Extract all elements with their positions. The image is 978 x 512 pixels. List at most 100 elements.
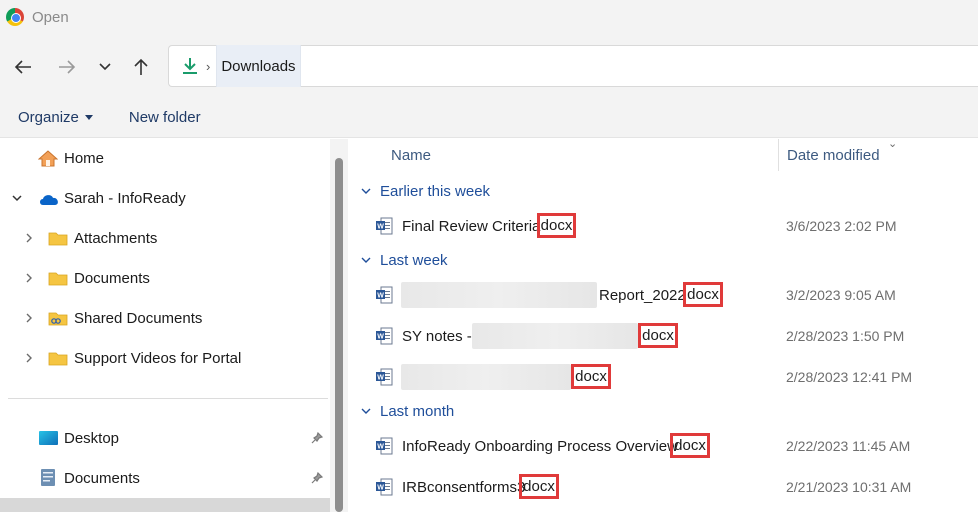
shared-folder-icon bbox=[48, 312, 68, 326]
nav-item-account[interactable]: Sarah - InfoReady bbox=[0, 183, 330, 213]
recent-locations-button[interactable] bbox=[90, 52, 120, 82]
nav-item-documents-cloud[interactable]: Documents bbox=[0, 263, 330, 293]
nav-item-attachments[interactable]: Attachments bbox=[0, 223, 330, 253]
chevron-right-icon[interactable] bbox=[22, 231, 36, 245]
group-label: Last week bbox=[380, 251, 448, 269]
chevron-down-icon bbox=[360, 188, 372, 195]
group-header-last-month[interactable]: Last month bbox=[360, 400, 454, 422]
file-row[interactable]: W InfoReady Onboarding Process Overview … bbox=[376, 431, 976, 461]
file-date: 3/2/2023 9:05 AM bbox=[786, 287, 896, 303]
organize-button[interactable]: Organize bbox=[18, 109, 93, 126]
svg-text:W: W bbox=[377, 443, 384, 450]
file-row[interactable]: W docx 2/28/2023 12:41 PM bbox=[376, 362, 976, 392]
documents-icon bbox=[41, 469, 55, 486]
file-date: 2/28/2023 12:41 PM bbox=[786, 369, 913, 385]
svg-text:W: W bbox=[377, 484, 384, 491]
home-icon bbox=[38, 150, 58, 167]
recent-dropdown-icon bbox=[99, 63, 111, 71]
word-doc-icon: W bbox=[376, 327, 393, 345]
nav-divider bbox=[8, 398, 328, 399]
pin-icon[interactable] bbox=[311, 472, 323, 484]
file-date: 2/22/2023 11:45 AM bbox=[786, 438, 911, 454]
chevron-right-icon[interactable] bbox=[22, 271, 36, 285]
nav-scrollbar-thumb[interactable] bbox=[335, 158, 343, 512]
chevron-right-icon[interactable] bbox=[22, 351, 36, 365]
file-extension-highlight: docx bbox=[571, 364, 611, 389]
file-list: ⌄ Name Date modified Earlier this week W… bbox=[348, 138, 978, 512]
file-row[interactable]: W Final Review Criteria docx 3/6/2023 2:… bbox=[376, 211, 976, 241]
file-extension-highlight: docx bbox=[519, 474, 559, 499]
pin-icon[interactable] bbox=[311, 432, 323, 444]
chevron-down-icon[interactable] bbox=[10, 191, 24, 205]
chevron-down-icon bbox=[360, 257, 372, 264]
nav-label-shared-documents: Shared Documents bbox=[74, 309, 203, 327]
nav-item-support-videos[interactable]: Support Videos for Portal bbox=[0, 343, 330, 373]
nav-item-desktop[interactable]: Desktop bbox=[0, 423, 330, 453]
word-doc-icon: W bbox=[376, 437, 393, 455]
folder-icon bbox=[48, 272, 68, 286]
group-header-earlier-this-week[interactable]: Earlier this week bbox=[360, 180, 490, 202]
file-row[interactable]: W SY notes - docx 2/28/2023 1:50 PM bbox=[376, 321, 976, 351]
file-row[interactable]: W Report_2022 docx 3/2/2023 9:05 AM bbox=[376, 280, 976, 310]
file-name: Final Review Criteria bbox=[402, 218, 541, 235]
forward-icon bbox=[59, 60, 76, 74]
chrome-icon bbox=[6, 8, 24, 26]
nav-item-downloads-selected[interactable] bbox=[0, 498, 330, 512]
file-extension-highlight: docx bbox=[537, 213, 576, 238]
file-name: Report_2022 bbox=[599, 287, 686, 304]
svg-text:W: W bbox=[377, 292, 384, 299]
file-extension-highlight: docx bbox=[638, 323, 678, 348]
svg-text:W: W bbox=[377, 223, 384, 230]
folder-icon bbox=[48, 232, 68, 246]
group-header-last-week[interactable]: Last week bbox=[360, 249, 448, 271]
word-doc-icon: W bbox=[376, 217, 393, 235]
file-date: 2/28/2023 1:50 PM bbox=[786, 328, 905, 344]
file-extension-highlight: docx bbox=[683, 282, 723, 307]
column-header-name[interactable]: Name bbox=[391, 139, 431, 171]
nav-item-home[interactable]: Home bbox=[0, 143, 330, 173]
organize-label: Organize bbox=[18, 109, 79, 126]
up-icon bbox=[134, 58, 148, 75]
back-button[interactable] bbox=[8, 52, 38, 82]
file-name: SY notes - bbox=[402, 328, 472, 345]
word-doc-icon: W bbox=[376, 286, 393, 304]
nav-label-home: Home bbox=[64, 149, 105, 167]
desktop-icon bbox=[39, 431, 58, 445]
title-bar: Open bbox=[0, 0, 978, 34]
chevron-right-icon[interactable] bbox=[22, 311, 36, 325]
group-label: Earlier this week bbox=[380, 182, 491, 200]
redacted-text bbox=[401, 282, 597, 308]
nav-label-attachments: Attachments bbox=[74, 229, 158, 247]
nav-item-shared-documents[interactable]: Shared Documents bbox=[0, 303, 330, 333]
back-icon bbox=[14, 60, 31, 74]
download-icon bbox=[178, 54, 202, 78]
file-date: 2/21/2023 10:31 AM bbox=[786, 479, 912, 495]
navigation-pane: Home Sarah - InfoReady Attachments Docum… bbox=[0, 139, 330, 512]
caret-down-icon bbox=[84, 115, 93, 120]
chevron-down-icon bbox=[360, 408, 372, 415]
nav-item-documents-quick[interactable]: Documents bbox=[0, 463, 330, 493]
group-label: Last month bbox=[380, 402, 455, 420]
onedrive-icon bbox=[40, 195, 58, 205]
word-doc-icon: W bbox=[376, 478, 393, 496]
column-header-date-modified[interactable]: Date modified bbox=[787, 139, 880, 171]
new-folder-button[interactable]: New folder bbox=[129, 109, 201, 126]
redacted-text bbox=[472, 323, 638, 349]
up-button[interactable] bbox=[126, 52, 156, 82]
forward-button[interactable] bbox=[52, 52, 82, 82]
folder-icon bbox=[48, 352, 68, 366]
file-date: 3/6/2023 2:02 PM bbox=[786, 218, 897, 234]
file-row[interactable]: W IRBconsentforms3 docx 2/21/2023 10:31 … bbox=[376, 472, 976, 502]
navigation-bar: › Downloads bbox=[0, 34, 978, 98]
word-doc-icon: W bbox=[376, 368, 393, 386]
window-title: Open bbox=[32, 8, 69, 26]
breadcrumb-downloads[interactable]: Downloads bbox=[216, 45, 301, 87]
column-separator[interactable] bbox=[778, 139, 779, 171]
breadcrumb-chevron-icon[interactable]: › bbox=[206, 59, 210, 74]
redacted-text bbox=[401, 364, 571, 390]
address-bar[interactable]: › Downloads bbox=[168, 45, 978, 87]
sort-indicator-icon: ⌄ bbox=[888, 138, 898, 150]
file-name: IRBconsentforms3 bbox=[402, 479, 526, 496]
file-extension-highlight: docx bbox=[670, 433, 710, 458]
svg-text:W: W bbox=[377, 333, 384, 340]
